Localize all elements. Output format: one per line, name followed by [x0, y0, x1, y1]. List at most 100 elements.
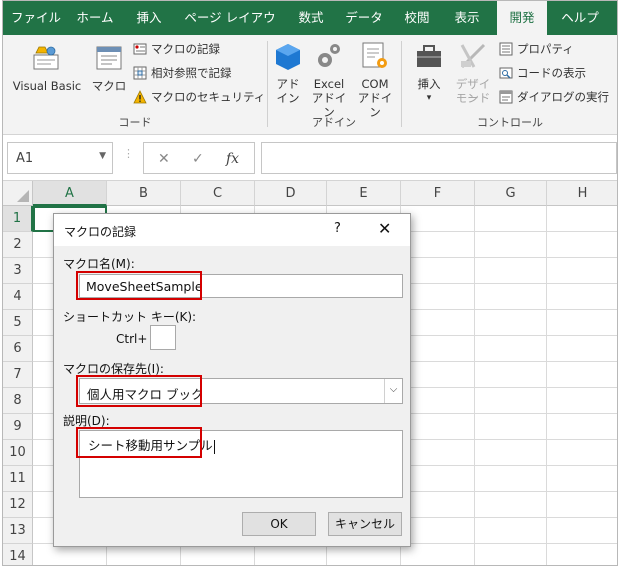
- tab-review[interactable]: 校閲: [397, 1, 437, 35]
- tab-file[interactable]: ファイル: [9, 1, 63, 35]
- cancel-button[interactable]: キャンセル: [328, 512, 402, 536]
- column-header[interactable]: D: [255, 181, 327, 206]
- shortcut-key-input[interactable]: [150, 325, 176, 350]
- addins-button[interactable]: アド イン: [271, 39, 305, 111]
- row-header[interactable]: 13: [3, 518, 33, 544]
- run-dialog-label: ダイアログの実行: [517, 90, 609, 104]
- properties-icon: [499, 42, 513, 56]
- visual-basic-icon: [33, 46, 59, 70]
- row-header[interactable]: 14: [3, 544, 33, 565]
- tab-home[interactable]: ホーム: [71, 1, 119, 35]
- formula-input[interactable]: [261, 142, 617, 174]
- tab-page-layout[interactable]: ページ レイアウト: [179, 1, 281, 59]
- close-icon[interactable]: ✕: [378, 219, 391, 238]
- row-header[interactable]: 10: [3, 440, 33, 466]
- store-macro-in-value: 個人用マクロ ブック: [87, 387, 204, 402]
- visual-basic-button[interactable]: Visual Basic: [9, 39, 85, 99]
- formula-bar: A1 ▼ ⋮ ✕ ✓ fx: [3, 135, 617, 181]
- description-textarea[interactable]: シート移動用サンプル: [79, 430, 403, 498]
- code-group-label: コード: [118, 116, 152, 129]
- macro-security-button[interactable]: マクロのセキュリティ: [133, 89, 265, 105]
- column-header[interactable]: H: [547, 181, 617, 206]
- view-code-icon: [499, 67, 513, 79]
- column-header[interactable]: C: [181, 181, 255, 206]
- addins-label-2: イン: [276, 91, 300, 105]
- row-header[interactable]: 6: [3, 336, 33, 362]
- run-dialog-icon: [499, 90, 513, 104]
- row-header[interactable]: 5: [3, 310, 33, 336]
- name-box-dropdown-icon[interactable]: ▼: [99, 151, 106, 161]
- relative-reference-button[interactable]: 相対参照で記録: [133, 65, 232, 81]
- column-header[interactable]: F: [401, 181, 475, 206]
- insert-control-button[interactable]: 挿入 ▾: [407, 39, 451, 111]
- row-header[interactable]: 4: [3, 284, 33, 310]
- dialog-title-bar: マクロの記録 ? ✕: [54, 214, 410, 246]
- column-header[interactable]: E: [327, 181, 401, 206]
- record-macro-button[interactable]: マクロの記録: [133, 41, 220, 57]
- row-header[interactable]: 12: [3, 492, 33, 518]
- select-all-triangle-icon: [17, 190, 29, 202]
- view-code-label: コードの表示: [517, 66, 586, 80]
- row-header[interactable]: 7: [3, 362, 33, 388]
- excel-addins-button[interactable]: Excel アドイン: [307, 39, 351, 119]
- text-cursor: [213, 439, 215, 454]
- description-text: シート移動用サンプル: [88, 438, 213, 453]
- relative-reference-icon: [133, 66, 147, 80]
- cancel-entry-icon[interactable]: ✕: [158, 151, 170, 167]
- excel-window: ファイル ホーム 挿入 ページ レイアウト 数式 データ 校閲 表示 開発 ヘル…: [2, 0, 618, 566]
- column-header[interactable]: A: [33, 181, 107, 206]
- macro-list-icon: [96, 46, 122, 70]
- ok-button[interactable]: OK: [242, 512, 316, 536]
- com-addins-button[interactable]: COM アドイン: [353, 39, 397, 119]
- row-header[interactable]: 2: [3, 232, 33, 258]
- ctrl-label: Ctrl+: [116, 332, 148, 346]
- record-macro-icon: [133, 43, 147, 55]
- macro-name-label: マクロ名(M):: [63, 257, 135, 271]
- tab-formulas[interactable]: 数式: [291, 1, 331, 35]
- row-header[interactable]: 8: [3, 388, 33, 414]
- com-addins-icon: [362, 42, 387, 68]
- row-header[interactable]: 11: [3, 466, 33, 492]
- insert-control-label: 挿入: [417, 77, 441, 91]
- help-button[interactable]: ?: [334, 221, 341, 236]
- store-macro-in-select[interactable]: 個人用マクロ ブック ⌵: [79, 378, 403, 404]
- macro-button[interactable]: マクロ: [89, 39, 129, 99]
- addins-group-label: アドイン: [312, 116, 356, 129]
- record-macro-label: マクロの記録: [151, 42, 220, 56]
- controls-group-label: コントロール: [477, 116, 543, 129]
- formula-buttons: ✕ ✓ fx: [143, 142, 255, 174]
- column-header[interactable]: G: [475, 181, 547, 206]
- row-header[interactable]: 1: [3, 206, 33, 232]
- gridline: [546, 206, 547, 565]
- ribbon-tabs: ファイル ホーム 挿入 ページ レイアウト 数式 データ 校閲 表示 開発 ヘル…: [3, 1, 617, 59]
- tab-developer[interactable]: 開発: [497, 1, 547, 35]
- toolbox-icon: [417, 45, 441, 67]
- relative-reference-label: 相対参照で記録: [151, 66, 232, 80]
- chevron-down-icon[interactable]: ⌵: [384, 379, 402, 403]
- row-header[interactable]: 9: [3, 414, 33, 440]
- enter-entry-icon[interactable]: ✓: [192, 151, 204, 167]
- tab-insert[interactable]: 挿入: [129, 1, 169, 35]
- formula-bar-grip-icon: ⋮: [123, 147, 134, 160]
- name-box[interactable]: A1 ▼: [7, 142, 113, 174]
- macro-security-label: マクロのセキュリティ: [151, 90, 266, 104]
- gears-icon: [318, 44, 340, 67]
- record-macro-dialog: マクロの記録 ? ✕ マクロ名(M): MoveSheetSample ショート…: [53, 213, 411, 547]
- tab-view[interactable]: 表示: [447, 1, 487, 35]
- description-label: 説明(D):: [63, 414, 110, 428]
- column-header[interactable]: B: [107, 181, 181, 206]
- insert-function-icon[interactable]: fx: [226, 151, 239, 167]
- design-mode-icon: [460, 43, 486, 69]
- macro-name-input[interactable]: MoveSheetSample: [79, 274, 403, 298]
- tab-help[interactable]: ヘルプ: [555, 1, 605, 35]
- tab-data[interactable]: データ: [341, 1, 387, 35]
- properties-button[interactable]: プロパティ: [499, 41, 574, 57]
- select-all-corner[interactable]: [3, 181, 33, 206]
- run-dialog-button[interactable]: ダイアログの実行: [499, 89, 609, 105]
- view-code-button[interactable]: コードの表示: [499, 65, 586, 81]
- design-mode-button[interactable]: デザイン モード: [451, 39, 495, 111]
- ribbon-developer: Visual Basic マクロ マクロの記録 相対参照で記録 マクロのセキュリ…: [3, 35, 617, 135]
- name-box-value: A1: [16, 151, 34, 166]
- row-header[interactable]: 3: [3, 258, 33, 284]
- com-addins-label-1: COM: [361, 77, 389, 91]
